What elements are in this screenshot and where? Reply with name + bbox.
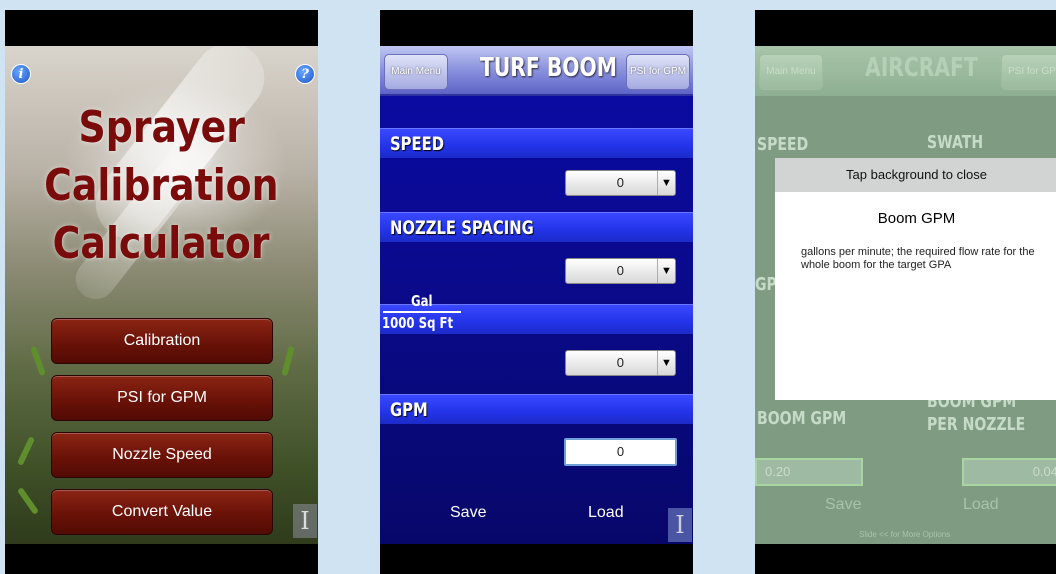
calibration-button[interactable]: Calibration <box>51 318 273 364</box>
swath-label: SWATH <box>927 132 984 153</box>
speed-select[interactable]: 0 ▼ <box>565 170 676 196</box>
speed-label: SPEED <box>757 134 809 155</box>
phone-turf-boom: Main Menu TURF BOOM PSI for GPM SPEED 0 … <box>380 10 693 574</box>
chevron-down-icon: ▼ <box>657 351 675 375</box>
gpm-label: GPM <box>390 399 428 421</box>
help-icon[interactable]: ? <box>295 64 315 84</box>
instructions-tab[interactable]: I <box>293 504 317 538</box>
chevron-down-icon: ▼ <box>657 171 675 195</box>
speed-value: 0 <box>616 175 624 190</box>
nav-bar: Main Menu AIRCRAFT PSI for GP <box>755 46 1056 96</box>
convert-value-button[interactable]: Convert Value <box>51 489 273 535</box>
boom-gpm-field[interactable]: 0.20 <box>755 458 863 486</box>
gal-per-1000-value: 0 <box>616 355 624 370</box>
psi-for-gpm-nav-button[interactable]: PSI for GPM <box>626 54 690 90</box>
info-icon[interactable]: i <box>11 64 31 84</box>
gpm-output[interactable]: 0 <box>564 438 677 466</box>
page-title: AIRCRAFT <box>865 53 978 83</box>
save-button[interactable]: Save <box>825 496 861 514</box>
turf-boom-screen: Main Menu TURF BOOM PSI for GPM SPEED 0 … <box>380 46 693 544</box>
nozzle-spacing-section: NOZZLE SPACING <box>380 212 693 242</box>
per-nozzle-field[interactable]: 0.04 <box>962 458 1056 486</box>
tooltip-text: gallons per minute; the required flow ra… <box>801 246 1035 271</box>
main-menu-button[interactable]: Main Menu <box>384 54 448 90</box>
aircraft-screen[interactable]: Main Menu AIRCRAFT PSI for GP SPEED SWAT… <box>755 46 1056 544</box>
instructions-tab[interactable]: I <box>668 508 692 542</box>
app-title-line-2: Calibration <box>44 160 279 211</box>
save-button[interactable]: Save <box>450 504 486 522</box>
corn-plant <box>16 486 40 516</box>
nav-bar: Main Menu TURF BOOM PSI for GPM <box>380 46 693 96</box>
psi-for-gpm-nav-button[interactable]: PSI for GP <box>1001 54 1056 90</box>
chevron-down-icon: ▼ <box>657 259 675 283</box>
main-menu-button[interactable]: Main Menu <box>759 54 823 90</box>
app-title-line-1: Sprayer <box>78 102 245 153</box>
page-title: TURF BOOM <box>480 53 617 83</box>
tooltip-title: Boom GPM <box>877 210 956 227</box>
nozzle-spacing-value: 0 <box>616 263 624 278</box>
psi-for-gpm-button[interactable]: PSI for GPM <box>51 375 273 421</box>
phone-main-menu: i ? Sprayer Calibration Calculator Calib… <box>5 10 318 574</box>
main-menu-screen: i ? Sprayer Calibration Calculator Calib… <box>5 46 318 544</box>
gal-per-1000-select[interactable]: 0 ▼ <box>565 350 676 376</box>
corn-plant <box>30 345 46 377</box>
speed-section: SPEED <box>380 128 693 158</box>
gpm-section: GPM <box>380 394 693 424</box>
app-title-line-3: Calculator <box>53 218 270 269</box>
corn-plant <box>16 436 36 466</box>
nozzle-spacing-label: NOZZLE SPACING <box>390 217 534 239</box>
tooltip-popup: Boom GPM gallons per minute; the require… <box>775 192 1056 400</box>
load-button[interactable]: Load <box>588 504 624 522</box>
load-button[interactable]: Load <box>963 496 999 514</box>
speed-label: SPEED <box>390 133 445 155</box>
gal-label: Gal 1000 Sq Ft <box>382 292 462 332</box>
nozzle-speed-button[interactable]: Nozzle Speed <box>51 432 273 478</box>
slide-hint: Slide << for More Options <box>859 530 951 539</box>
phone-aircraft: Main Menu AIRCRAFT PSI for GP SPEED SWAT… <box>755 10 1056 574</box>
nozzle-spacing-select[interactable]: 0 ▼ <box>565 258 676 284</box>
tooltip-close-hint[interactable]: Tap background to close <box>775 158 1056 192</box>
boom-gpm-label: BOOM GPM <box>757 408 847 429</box>
corn-plant <box>281 345 295 377</box>
